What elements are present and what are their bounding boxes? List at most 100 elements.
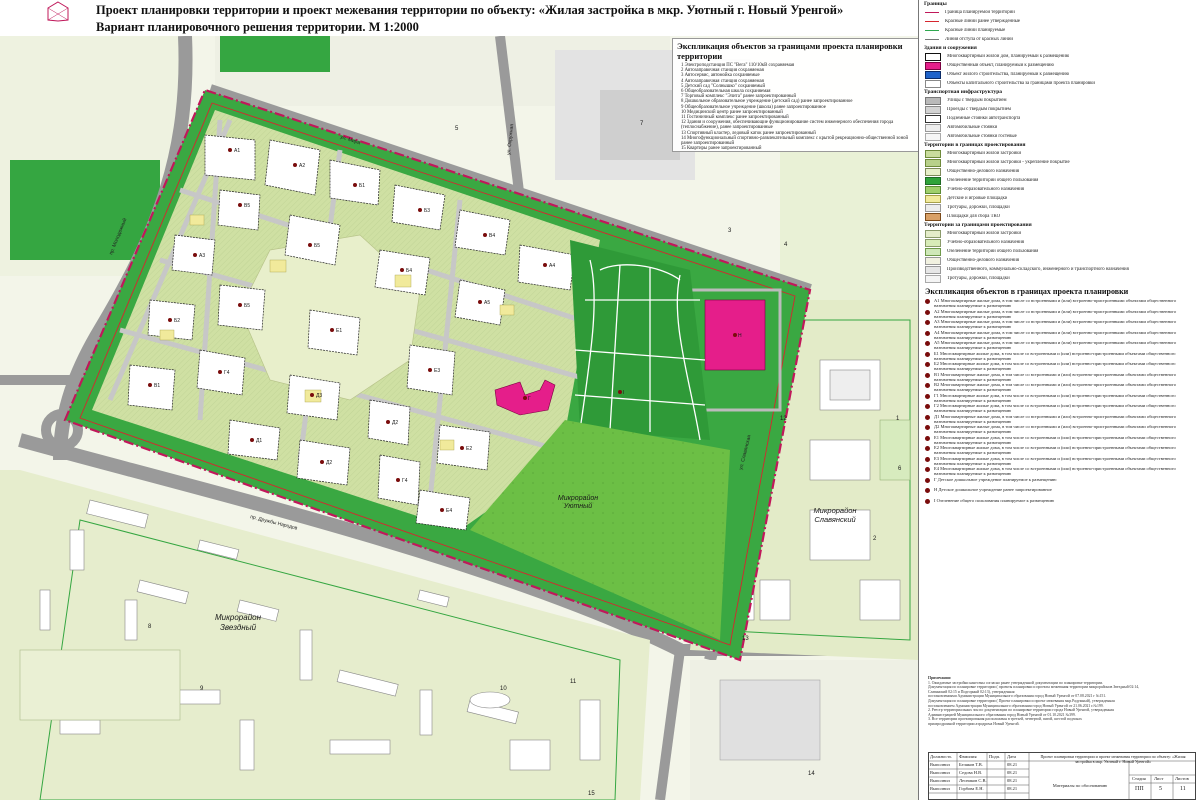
legend-swatch: [925, 247, 941, 256]
explication-inside-text: I Озеленение общего пользования планируе…: [934, 497, 1055, 503]
legend-body: Границы Граница планируемой территории Кра…: [919, 0, 1197, 283]
legend-swatch: [925, 167, 941, 176]
explication-inside-list: А1 Многоквартирные жилые дома, в том чис…: [919, 298, 1197, 508]
svg-text:12: 12: [780, 416, 787, 422]
legend-row: Объекты капитального строительства за гр…: [919, 79, 1197, 88]
marker-icon: [925, 309, 930, 315]
legend-label: Учебно-образовательного назначения: [947, 240, 1024, 245]
logo-icon: [47, 1, 69, 22]
explication-inside-text: В1 Многоквартирные жилые дома, в том чис…: [934, 371, 1176, 382]
legend-row: Многоквартирный жилой застройки: [919, 149, 1197, 158]
note-line: приаэродромной территории аэродрома Новы…: [928, 721, 1020, 726]
legend-swatch: [925, 265, 941, 274]
stamp-col-date: Дата: [1007, 754, 1016, 759]
legend-swatch: [925, 274, 941, 283]
svg-text:Е4: Е4: [446, 508, 452, 514]
svg-text:Д3: Д3: [316, 393, 322, 399]
legend-label: Граница планируемой территории: [945, 10, 1015, 15]
legend-swatch: [925, 158, 941, 167]
legend-section-title: Территории в границах проектирования: [924, 142, 1026, 148]
legend-swatch: [925, 212, 941, 221]
stamp-cell: Горбова Е.Н.: [959, 786, 984, 791]
explication-inside-text: Е2 Многоквартирные жилые дома, в том чис…: [934, 445, 1176, 455]
explication-inside-text: Б2 Многоквартирные жилые дома, в том чис…: [934, 361, 1176, 371]
stamp-sheet: 5: [1159, 786, 1162, 792]
svg-text:А4: А4: [549, 263, 555, 269]
legend-swatch: [925, 52, 941, 61]
explication-inside-item: Д2 Многоквартирные жилые дома, в том чис…: [919, 424, 1197, 435]
explication-inside-item: Е1 Многоквартирные жилые дома, в том чис…: [919, 435, 1197, 446]
legend-row: Автомобильные стоянки: [919, 123, 1197, 132]
stamp-sheets: 11: [1180, 786, 1186, 792]
marker-icon: [925, 372, 930, 378]
school-zvezdny: [19, 649, 181, 721]
stamp-cell: Беляков Т.В.: [959, 762, 983, 767]
svg-text:В1: В1: [154, 383, 160, 389]
explication-inside-item: Н Детское дошкольное учреждение ранее за…: [919, 487, 1197, 498]
notes: Примечания: 1. Ожидаемые застройки нанес…: [928, 676, 1190, 727]
marker-icon: [925, 299, 930, 304]
legend-label: Проезды с твердым покрытием: [947, 107, 1011, 112]
svg-text:Б2: Б2: [174, 318, 180, 324]
legend-swatch: [925, 132, 941, 141]
svg-text:Д2: Д2: [392, 420, 398, 426]
legend-row: Учебно-образовательного назначения: [919, 185, 1197, 194]
legend-row: Тротуары, дорожки, площадки: [919, 274, 1197, 283]
legend-swatch: [925, 185, 941, 194]
page-subtitle: Вариант планировочного решения территори…: [96, 20, 419, 34]
legend-row: Многоквартирный жилой застройки: [919, 229, 1197, 238]
svg-text:13: 13: [742, 636, 749, 642]
legend-row: Озеленение территорий общего пользования: [919, 247, 1197, 256]
legend-label: Объект жилого строительства, планируемый…: [947, 72, 1070, 77]
legend-label: Улицы с твердым покрытием: [947, 98, 1007, 103]
explication-inside-item: А4 Многоквартирные жилые дома, в том чис…: [919, 330, 1197, 341]
svg-text:11: 11: [570, 679, 577, 685]
legend-row: Общественный объект, планируемый к разме…: [919, 61, 1197, 70]
legend-swatch: [925, 149, 941, 158]
legend-swatch: [925, 123, 941, 132]
legend-swatch: [925, 61, 941, 70]
explication-inside-text: А5 Многоквартирные жилые дома, в том чис…: [934, 340, 1177, 350]
legend-row: Детские и игровые площадки: [919, 194, 1197, 203]
explication-inside-item: А2 Многоквартирные жилые дома, в том чис…: [919, 309, 1197, 320]
marker-icon: [925, 351, 930, 357]
stamp-cell: 08.21: [1007, 786, 1018, 791]
explication-inside-text: Г1 Многоквартирные жилые дома, в том чис…: [934, 392, 1176, 403]
legend-row: Объект жилого строительства, планируемый…: [919, 70, 1197, 79]
page-title: Проект планировки территории и проект ме…: [96, 3, 844, 17]
marker-icon: [925, 467, 930, 472]
svg-text:А1: А1: [234, 148, 240, 154]
explication-inside-item: Е2 Многоквартирные жилые дома, в том чис…: [919, 445, 1197, 456]
explication-inside-text: А2 Многоквартирные жилые дома, в том чис…: [934, 308, 1177, 319]
explication-inside-item: Б2 Многоквартирные жилые дома, в том чис…: [919, 361, 1197, 372]
svg-text:Б3: Б3: [424, 208, 430, 214]
marker-icon: [925, 435, 930, 441]
svg-text:Е2: Е2: [466, 446, 472, 452]
svg-text:15: 15: [588, 791, 595, 797]
explication-inside-text: А1 Многоквартирные жилые дома, в том чис…: [934, 298, 1177, 308]
legend-label: Многоквартирный жилой застройки - укрепл…: [947, 160, 1070, 165]
explication-inside-item: Г2 Многоквартирные жилые дома, в том чис…: [919, 403, 1197, 414]
legend-label: Учебно-образовательного назначения: [947, 187, 1024, 192]
legend-swatch: [925, 96, 941, 105]
stamp-cell: Выполнил: [930, 778, 950, 783]
legend-label: Общественный объект, планируемый к разме…: [947, 63, 1054, 68]
legend-swatch: [925, 30, 939, 31]
marker-icon: [925, 320, 930, 325]
legend-row: Автомобильные стоянки гостевые: [919, 132, 1197, 141]
stamp-cell: 08.21: [1007, 770, 1018, 775]
legend-label: Озеленение территорий общего пользования: [947, 249, 1039, 254]
explication-outside-list: 1 Электроподстанция ПС "Вега" 110/10кВ с…: [673, 63, 919, 151]
svg-text:Е1: Е1: [336, 328, 342, 334]
explication-inside-text: Б1 Многоквартирные жилые дома, в том чис…: [934, 350, 1176, 361]
legend-swatch: [925, 79, 941, 88]
legend-label: Многоквартирный жилой застройки: [947, 151, 1022, 156]
legend-label: Подземные стоянки автотранспорта: [947, 116, 1021, 121]
svg-text:Е3: Е3: [434, 368, 440, 374]
legend-section-title: Границы: [924, 1, 947, 7]
legend-label: Общественно-делового назначения: [947, 169, 1019, 174]
marker-icon: [925, 362, 930, 367]
explication-inside-text: Д1 Многоквартирные жилые дома, в том чис…: [934, 413, 1177, 424]
explication-outside-item: 15 Квартиры ранее запроектированный: [681, 146, 762, 152]
stamp-col-stage: Стадия: [1132, 776, 1146, 781]
